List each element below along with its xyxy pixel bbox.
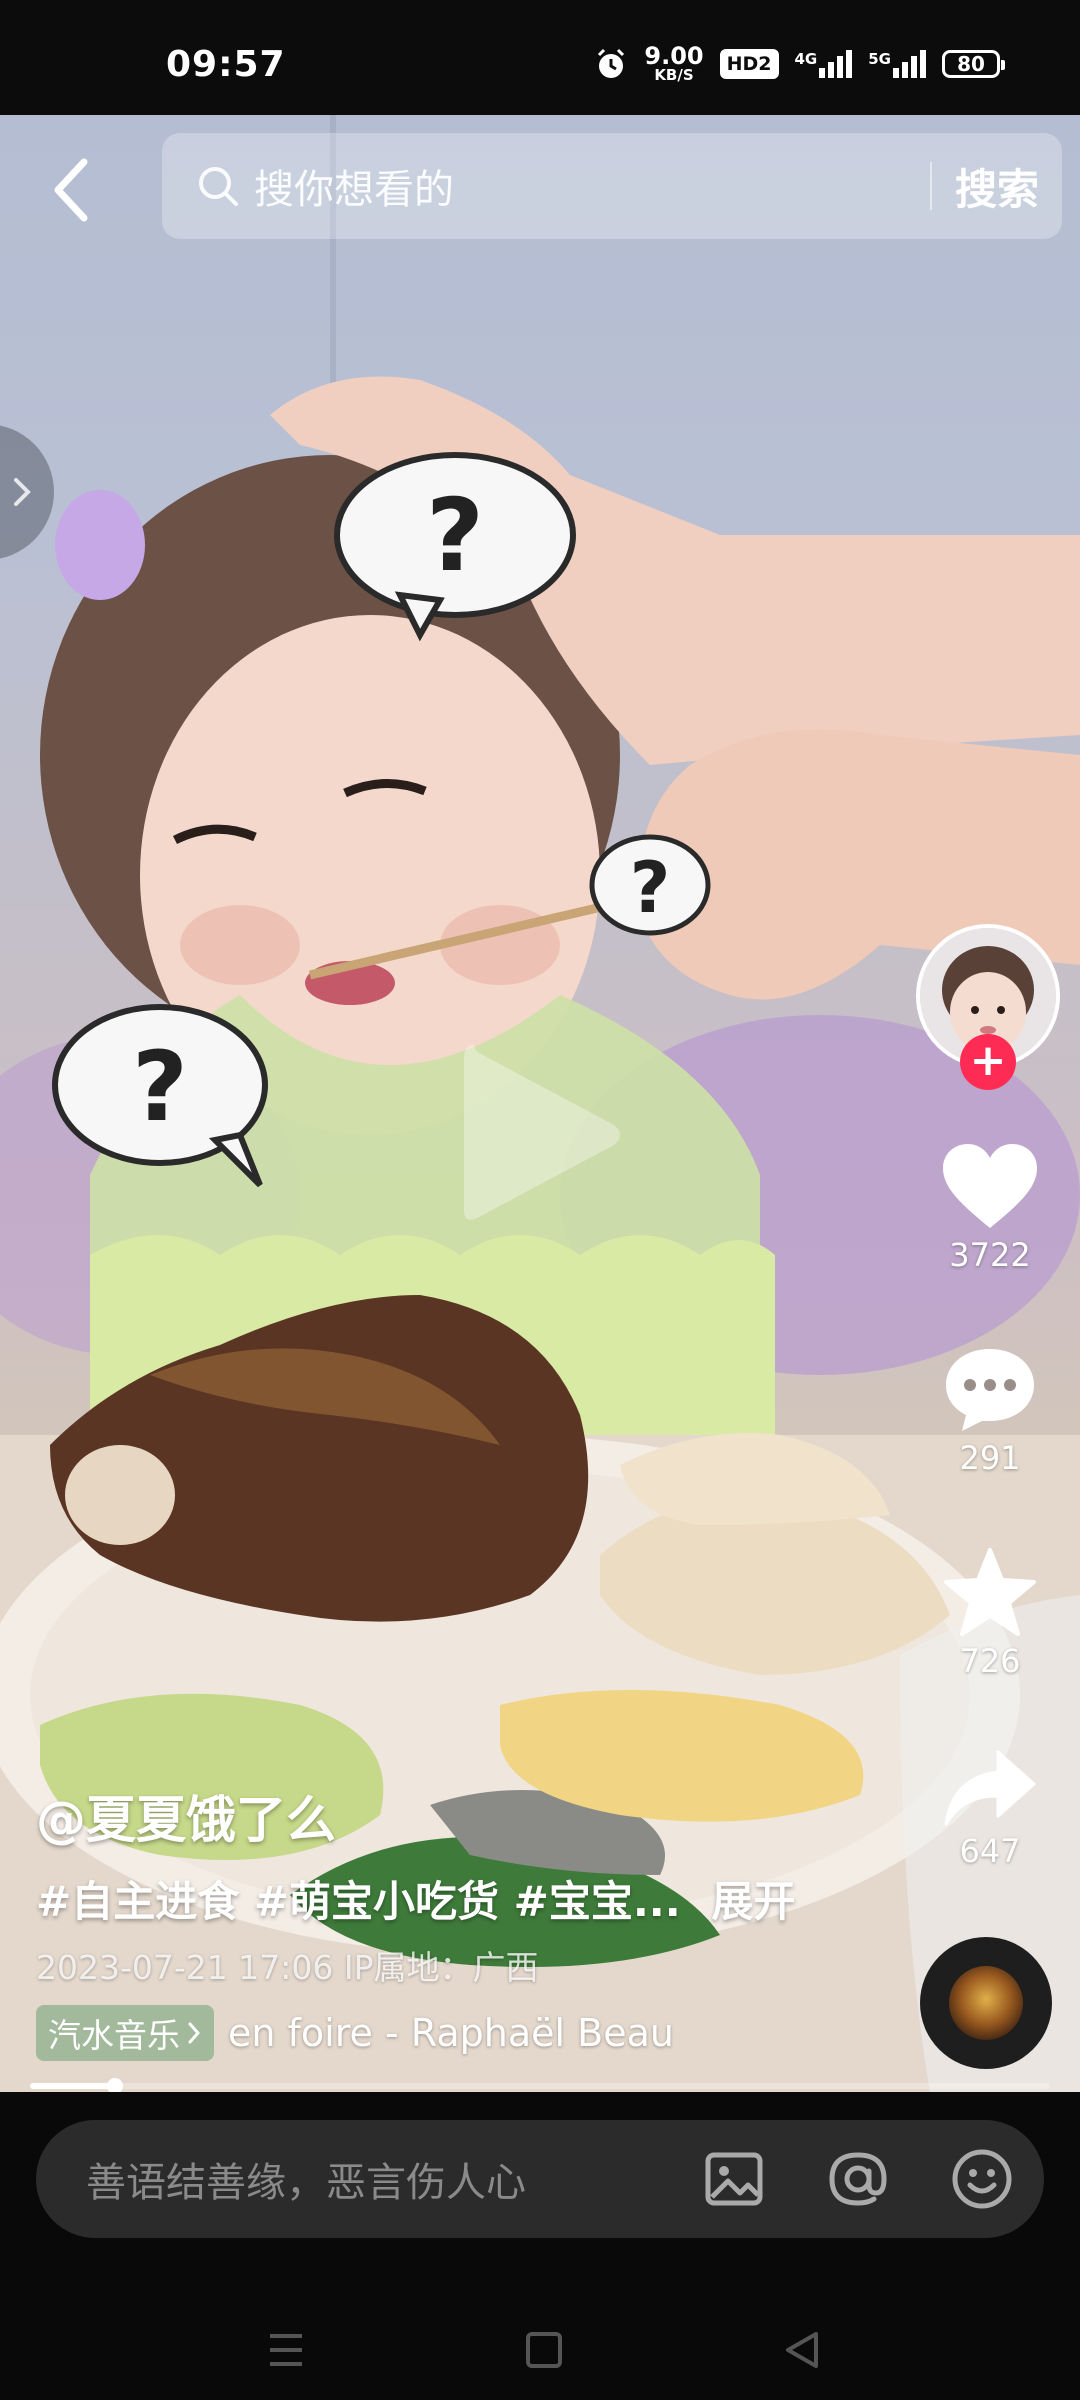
signal-4g: 4G — [795, 49, 853, 78]
video-progress-bar[interactable] — [30, 2078, 1050, 2094]
hashtag-line[interactable]: #自主进食 #萌宝小吃货 #宝宝... 展开 — [36, 1868, 795, 1929]
signal-bars-icon — [893, 49, 926, 78]
signal-5g: 5G — [868, 49, 926, 78]
music-app-chip[interactable]: 汽水音乐 — [36, 2005, 214, 2061]
alarm-icon — [598, 48, 625, 78]
back-icon[interactable] — [44, 150, 104, 230]
post-meta: 2023-07-21 17:06 IP属地：广西 — [36, 1948, 539, 1987]
at-icon[interactable] — [826, 2147, 890, 2211]
comment-count: 291 — [959, 1439, 1021, 1477]
share-count: 647 — [959, 1832, 1021, 1870]
expand-button[interactable]: 展开 — [711, 1877, 795, 1926]
music-disc[interactable] — [920, 1937, 1052, 2069]
like-count: 3722 — [949, 1236, 1031, 1274]
author-avatar[interactable]: + — [916, 924, 1060, 1090]
search-input[interactable]: 搜你想看的 — [254, 157, 930, 215]
comment-bar[interactable]: 善语结善缘，恶言伤人心 — [36, 2120, 1044, 2238]
net-speed: 9.00 KB/S — [644, 42, 704, 84]
follow-button[interactable]: + — [960, 1034, 1016, 1090]
music-row[interactable]: 汽水音乐 en foire - Raphaël Beau — [36, 2005, 674, 2061]
status-bar: 09:57 9.00 KB/S HD2 4G 5G 80 — [0, 0, 1080, 115]
music-cover — [949, 1966, 1023, 2040]
comment-icon — [946, 1349, 1034, 1431]
chevron-right-icon — [14, 478, 31, 506]
search-bar[interactable]: 搜你想看的 搜索 — [162, 133, 1062, 239]
heart-icon — [943, 1144, 1037, 1228]
back-nav-icon[interactable] — [772, 2320, 832, 2380]
share-button[interactable]: 647 — [920, 1748, 1060, 1870]
chevron-right-icon — [188, 2022, 201, 2044]
battery-indicator: 80 — [942, 49, 1005, 78]
image-icon[interactable] — [702, 2147, 766, 2211]
status-icons: 9.00 KB/S HD2 4G 5G 80 — [594, 42, 1005, 84]
favorite-count: 726 — [959, 1642, 1021, 1680]
question-mark: ? — [426, 477, 484, 594]
music-chip-label: 汽水音乐 — [48, 2016, 180, 2055]
menu-icon[interactable] — [256, 2320, 316, 2380]
author-name[interactable]: @夏夏饿了么 — [36, 1780, 336, 1852]
signal-bars-icon — [819, 49, 853, 78]
question-mark: ? — [630, 847, 671, 929]
like-button[interactable]: 3722 — [920, 1142, 1060, 1274]
emoji-icon[interactable] — [950, 2147, 1014, 2211]
hashtags[interactable]: #自主进食 #萌宝小吃货 #宝宝... — [36, 1877, 681, 1926]
progress-fill — [30, 2083, 115, 2089]
play-icon[interactable] — [454, 1035, 624, 1235]
video-feed-screen: 09:57 9.00 KB/S HD2 4G 5G 80 ? ? ? 搜你想看的… — [0, 0, 1080, 2400]
search-button[interactable]: 搜索 — [932, 156, 1062, 217]
star-icon — [944, 1548, 1036, 1636]
home-icon[interactable] — [514, 2320, 574, 2380]
music-title[interactable]: en foire - Raphaël Beau — [228, 2011, 674, 2055]
question-mark: ? — [132, 1031, 188, 1143]
hd-badge: HD2 — [719, 48, 779, 79]
system-nav-bar — [0, 2300, 1080, 2400]
search-icon — [199, 167, 238, 206]
share-icon — [944, 1750, 1036, 1826]
comment-input[interactable]: 善语结善缘，恶言伤人心 — [86, 2150, 702, 2208]
status-time: 09:57 — [166, 44, 286, 85]
favorite-button[interactable]: 726 — [920, 1546, 1060, 1680]
comment-button[interactable]: 291 — [920, 1345, 1060, 1477]
